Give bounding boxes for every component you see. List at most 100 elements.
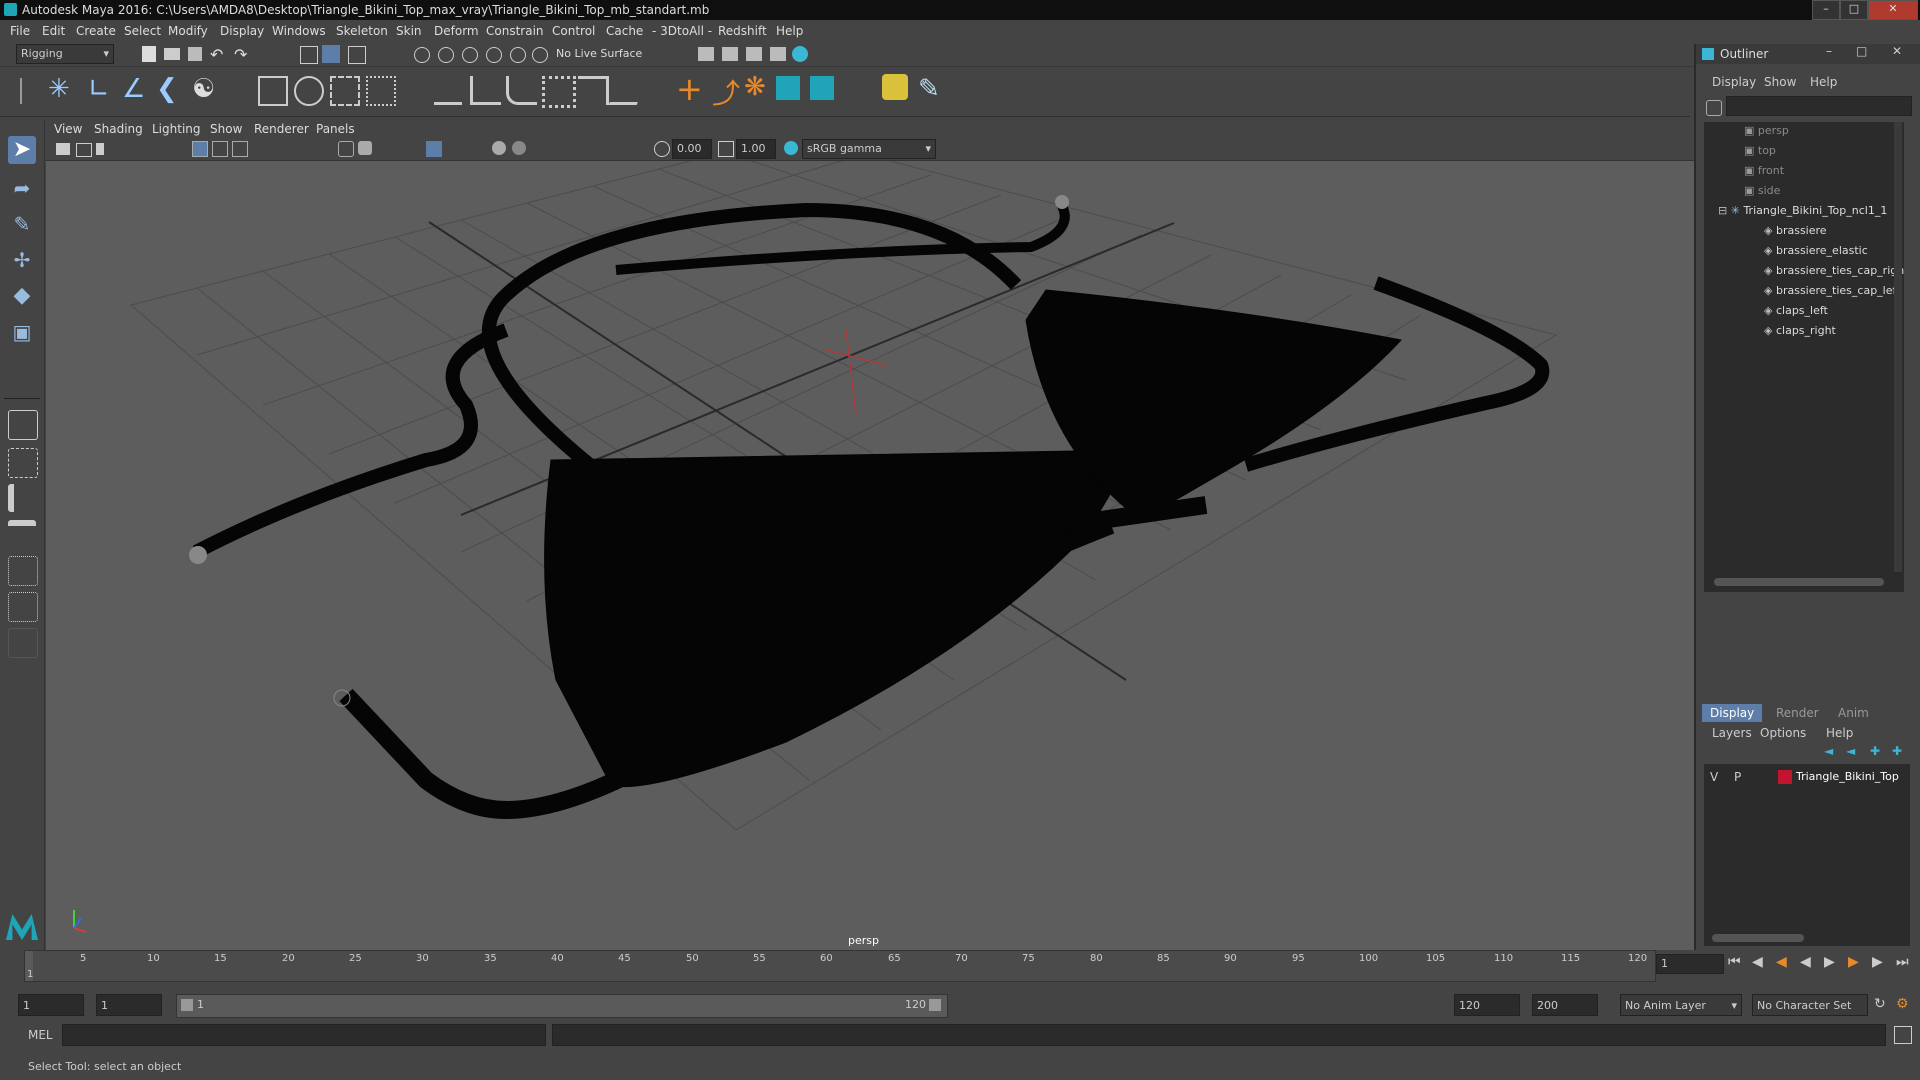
menu-cache[interactable]: Cache — [606, 24, 643, 38]
layer-menu-options[interactable]: Options — [1760, 726, 1806, 740]
tree-item-child[interactable]: ◈ brassiere_ties_cap_righ — [1764, 262, 1904, 280]
new-scene-icon[interactable] — [142, 46, 156, 62]
insert-joint-icon[interactable]: ❮ — [156, 74, 178, 104]
tree-item-child[interactable]: ◈ brassiere_elastic — [1764, 242, 1868, 260]
menu-windows[interactable]: Windows — [272, 24, 326, 38]
menu-help[interactable]: Help — [776, 24, 803, 38]
minimize-button[interactable]: – — [1812, 0, 1840, 20]
shadows-icon[interactable] — [492, 141, 506, 155]
wireframe-icon[interactable] — [338, 141, 354, 157]
orient-constraint-icon[interactable] — [506, 76, 537, 105]
layer-menu-help[interactable]: Help — [1826, 726, 1853, 740]
scale-constraint-icon[interactable] — [542, 76, 576, 108]
pole-vector-icon[interactable] — [608, 76, 648, 105]
paint-weights-icon[interactable]: ✎ — [918, 74, 940, 104]
grid-toggle-icon[interactable] — [192, 141, 208, 157]
camera-select-icon[interactable] — [56, 143, 70, 155]
current-frame-field[interactable]: 1 — [1656, 954, 1724, 974]
time-slider-track[interactable]: 1 5 10 15 20 25 30 35 40 45 50 55 60 65 … — [24, 950, 1656, 982]
tree-item-child[interactable]: ◈ brassiere — [1764, 222, 1827, 240]
playback-end-field[interactable]: 120 — [1454, 994, 1520, 1016]
panel-menu-view[interactable]: View — [54, 122, 82, 136]
tab-display[interactable]: Display — [1702, 704, 1763, 722]
collapse-icon[interactable]: ⊟ — [1718, 204, 1731, 217]
move-layer-up-icon[interactable]: ◄ — [1824, 744, 1833, 758]
tab-render[interactable]: Render — [1776, 706, 1819, 720]
smooth-bind-icon[interactable] — [294, 76, 324, 106]
camera-attributes-icon[interactable] — [76, 143, 92, 157]
menu-3dtoall[interactable]: - 3DtoAll - — [652, 24, 712, 38]
hik-control-icon[interactable] — [776, 76, 800, 100]
tree-item-top[interactable]: ▣ top — [1744, 142, 1776, 160]
command-language-label[interactable]: MEL — [28, 1028, 53, 1042]
snap-view-icon[interactable] — [486, 47, 502, 63]
smooth-shade-icon[interactable] — [358, 141, 372, 155]
outliner-vertical-scrollbar[interactable] — [1894, 122, 1902, 572]
panel-menu-show[interactable]: Show — [210, 122, 242, 136]
tree-item-child[interactable]: ◈ claps_right — [1764, 322, 1836, 340]
menu-constrain[interactable]: Constrain — [486, 24, 544, 38]
outliner-close-icon[interactable]: ✕ — [1892, 44, 1902, 58]
menu-display[interactable]: Display — [220, 24, 264, 38]
graph-persp-layout-icon[interactable] — [8, 556, 38, 586]
panel-menu-panels[interactable]: Panels — [316, 122, 355, 136]
tree-item-child[interactable]: ◈ claps_left — [1764, 302, 1828, 320]
menu-skeleton[interactable]: Skeleton — [336, 24, 388, 38]
range-start-handle[interactable] — [181, 999, 193, 1011]
menu-edit[interactable]: Edit — [42, 24, 65, 38]
parent-constraint-icon[interactable] — [434, 76, 462, 105]
range-slider-track[interactable]: 1 120 — [176, 994, 948, 1018]
point-constraint-icon[interactable] — [470, 76, 501, 105]
panel-menu-lighting[interactable]: Lighting — [152, 122, 201, 136]
gamma-field[interactable]: 1.00 — [736, 139, 776, 159]
script-editor-icon[interactable] — [1894, 1026, 1912, 1044]
exposure-field[interactable]: 0.00 — [672, 139, 712, 159]
new-layer-icon[interactable]: ✚ — [1870, 744, 1880, 758]
outliner-refresh-icon[interactable] — [1706, 100, 1722, 116]
ik-spline-icon[interactable]: ∠ — [122, 74, 145, 104]
layer-color-swatch[interactable] — [1778, 770, 1792, 784]
undo-icon[interactable]: ↶ — [210, 45, 223, 64]
select-component-icon[interactable] — [348, 46, 366, 64]
outliner-search-input[interactable] — [1726, 96, 1912, 116]
render-frame-icon[interactable] — [698, 47, 714, 61]
outliner-persp-layout-icon[interactable] — [8, 520, 36, 554]
color-management-icon[interactable] — [784, 141, 798, 155]
mirror-joint-icon[interactable]: ☯ — [192, 74, 215, 104]
animation-start-field[interactable]: 1 — [18, 994, 84, 1016]
two-view-vertical-layout-icon[interactable] — [8, 484, 42, 512]
auto-key-icon[interactable]: ↻ — [1874, 996, 1886, 1012]
lasso-tool-icon[interactable]: ➦ — [8, 174, 36, 202]
tab-anim[interactable]: Anim — [1838, 706, 1869, 720]
quick-rig-icon[interactable] — [882, 74, 908, 100]
render-ipr-icon[interactable] — [722, 47, 738, 61]
move-tool-icon[interactable]: ✢ — [8, 246, 36, 274]
menu-create[interactable]: Create — [76, 24, 116, 38]
four-view-layout-icon[interactable] — [8, 448, 38, 478]
select-object-icon[interactable] — [322, 45, 340, 63]
layer-visibility-toggle[interactable]: V — [1710, 770, 1718, 784]
menu-deform[interactable]: Deform — [434, 24, 479, 38]
panel-menu-renderer[interactable]: Renderer — [254, 122, 309, 136]
shelf-tab-toggle-icon[interactable] — [20, 78, 32, 104]
play-forward-icon[interactable]: ▶ — [1824, 954, 1835, 970]
rotate-tool-icon[interactable]: ◆ — [8, 282, 36, 310]
snap-point-icon[interactable] — [462, 47, 478, 63]
hypershade-icon[interactable] — [770, 47, 786, 61]
menu-control[interactable]: Control — [552, 24, 595, 38]
outliner-horizontal-scrollbar[interactable] — [1714, 578, 1884, 586]
xray-icon[interactable] — [426, 141, 442, 157]
joint-tool-icon[interactable]: ✳ — [48, 74, 70, 104]
menuset-dropdown[interactable]: Rigging ▾ — [16, 44, 114, 64]
layer-menu-layers[interactable]: Layers — [1712, 726, 1752, 740]
outliner-menu-display[interactable]: Display — [1712, 75, 1756, 89]
step-forward-frame-icon[interactable]: ▶ — [1848, 954, 1859, 970]
render-settings-icon[interactable] — [746, 47, 762, 61]
menu-select[interactable]: Select — [124, 24, 161, 38]
maximize-button[interactable]: □ — [1840, 0, 1868, 20]
snap-curve-icon[interactable] — [438, 47, 454, 63]
hypershade-persp-layout-icon[interactable] — [8, 592, 38, 622]
layer-playback-toggle[interactable]: P — [1734, 770, 1741, 784]
bookmark-icon[interactable] — [96, 143, 104, 155]
paint-select-icon[interactable]: ✎ — [8, 210, 36, 238]
